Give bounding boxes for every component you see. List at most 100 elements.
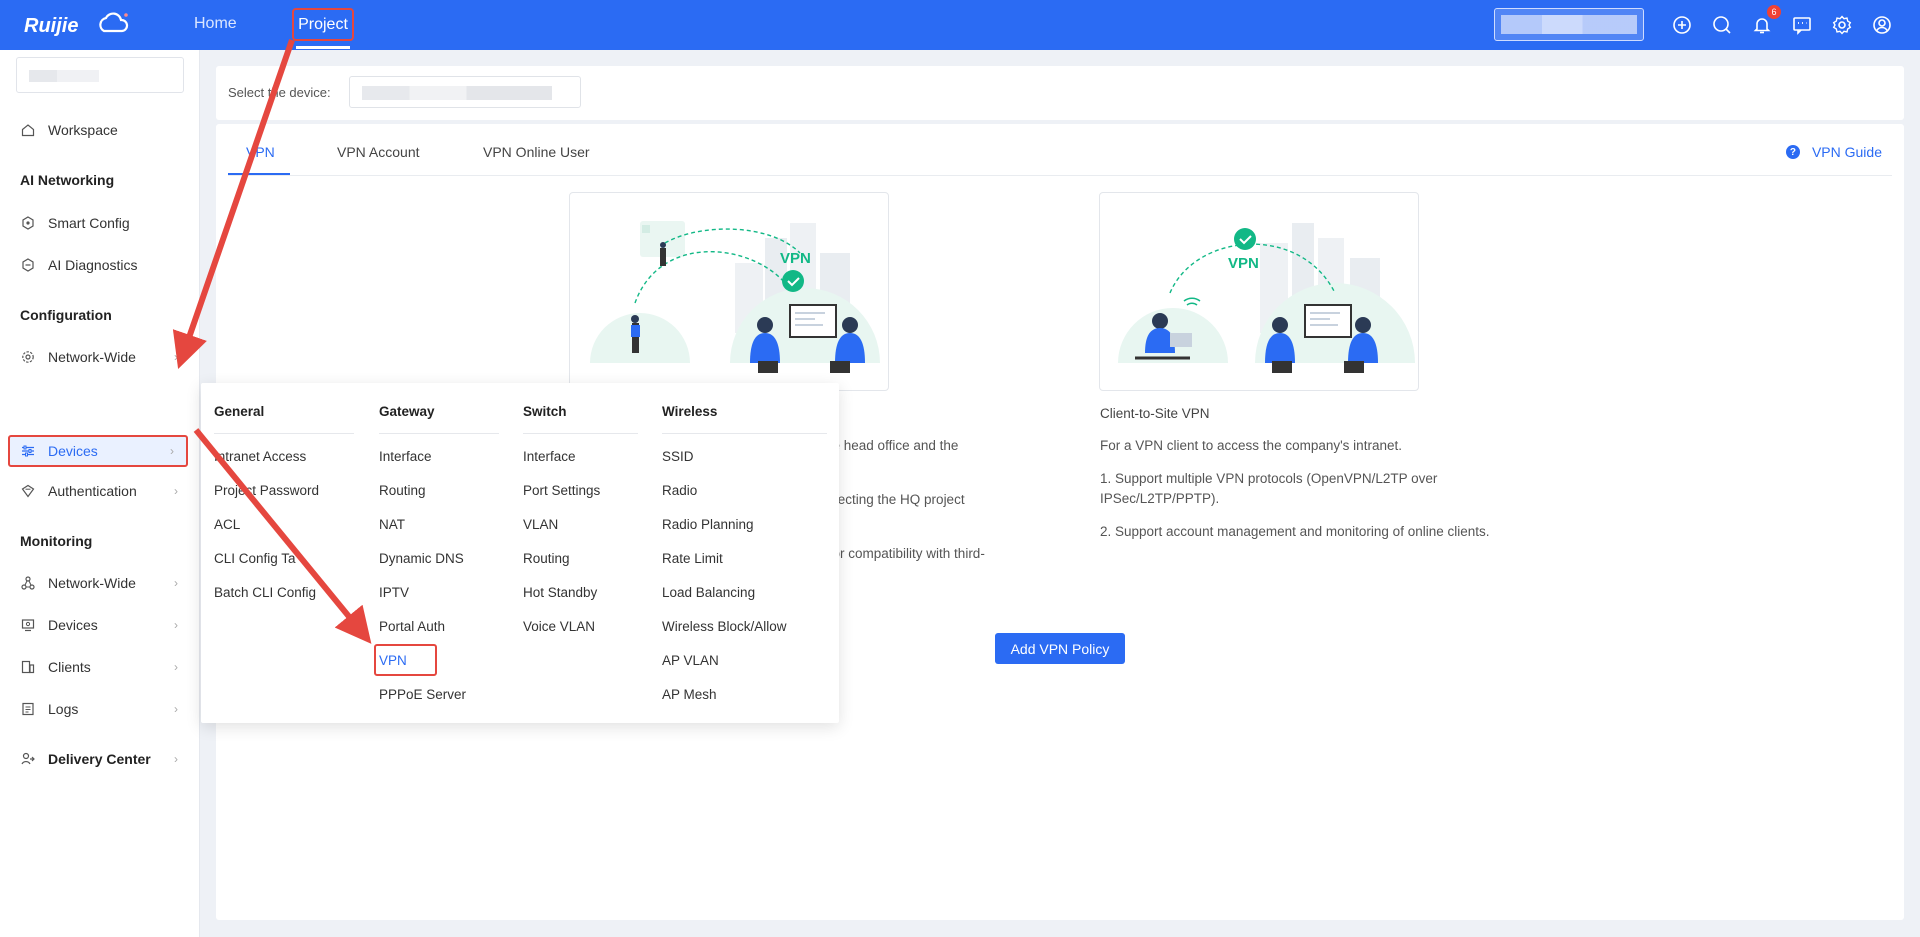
- sliders-icon: [20, 443, 36, 459]
- diagnostics-icon: [20, 257, 36, 273]
- nav-active-underline: [296, 46, 350, 49]
- device-selector-bar: Select the device:: [216, 66, 1904, 120]
- sidebar-section-monitoring: Monitoring: [20, 533, 93, 549]
- chevron-right-icon: ›: [174, 484, 178, 498]
- site-to-site-illustration[interactable]: VPN: [569, 192, 889, 391]
- sidebar-item-clients[interactable]: Clients ›: [0, 652, 200, 682]
- client-to-site-desc-2a: 1. Support multiple VPN protocols (OpenV…: [1100, 471, 1438, 486]
- svg-text:Ruijie: Ruijie: [24, 15, 78, 37]
- menu-column-gateway: Gateway: [379, 404, 435, 419]
- menu-item-ssid[interactable]: SSID: [662, 449, 694, 464]
- menu-item-project-password[interactable]: Project Password: [214, 483, 319, 498]
- sidebar-item-delivery-center[interactable]: Delivery Center ›: [0, 744, 200, 774]
- menu-item-iptv[interactable]: IPTV: [379, 585, 409, 600]
- project-selector[interactable]: [1494, 8, 1644, 41]
- add-vpn-policy-button[interactable]: Add VPN Policy: [995, 633, 1125, 664]
- sidebar-item-config-network-wide[interactable]: Network-Wide ›: [0, 342, 200, 372]
- menu-item-port-settings[interactable]: Port Settings: [523, 483, 600, 498]
- sidebar-item-label: Authentication: [48, 483, 137, 499]
- chevron-right-icon: ›: [174, 660, 178, 674]
- monitor-icon: [20, 617, 36, 633]
- menu-item-load-balancing[interactable]: Load Balancing: [662, 585, 755, 600]
- chevron-right-icon: ›: [174, 618, 178, 632]
- sidebar-item-authentication[interactable]: Authentication ›: [0, 476, 200, 506]
- top-bar: Ruijie Home Project 6: [0, 0, 1920, 50]
- vpn-guide-link[interactable]: ? VPN Guide: [1785, 144, 1882, 160]
- device-selector[interactable]: [349, 76, 581, 108]
- sidebar-item-row: Devices ›: [10, 437, 186, 465]
- menu-item-ap-mesh[interactable]: AP Mesh: [662, 687, 717, 702]
- chevron-right-icon: ›: [174, 752, 178, 766]
- menu-item-switch-interface[interactable]: Interface: [523, 449, 576, 464]
- redacted-project-name: [1501, 15, 1637, 34]
- menu-item-wireless-block-allow[interactable]: Wireless Block/Allow: [662, 619, 787, 634]
- menu-item-gateway-routing[interactable]: Routing: [379, 483, 426, 498]
- menu-item-intranet-access[interactable]: Intranet Access: [214, 449, 306, 464]
- menu-column-divider: [379, 433, 499, 434]
- user-icon[interactable]: [1870, 13, 1894, 37]
- plus-circle-icon[interactable]: [1670, 13, 1694, 37]
- client-to-site-title: Client-to-Site VPN: [1100, 406, 1210, 421]
- chat-icon[interactable]: [1790, 13, 1814, 37]
- device-selector-label: Select the device:: [228, 85, 331, 100]
- vpn-label-art: VPN: [1228, 255, 1259, 272]
- sidebar-item-label: Smart Config: [48, 215, 130, 231]
- vpn-guide-label: VPN Guide: [1811, 144, 1882, 160]
- search-icon[interactable]: [1710, 13, 1734, 37]
- document-icon: [20, 701, 36, 717]
- ruijie-logo[interactable]: Ruijie: [22, 9, 134, 41]
- menu-item-nat[interactable]: NAT: [379, 517, 405, 532]
- menu-item-gateway-interface[interactable]: Interface: [379, 449, 432, 464]
- tab-vpn[interactable]: VPN: [246, 144, 275, 160]
- menu-item-switch-routing[interactable]: Routing: [523, 551, 570, 566]
- menu-item-radio-planning[interactable]: Radio Planning: [662, 517, 754, 532]
- tab-vpn-online-user[interactable]: VPN Online User: [483, 144, 590, 160]
- sidebar-section-configuration: Configuration: [20, 307, 112, 323]
- sidebar-item-label: Network-Wide: [48, 575, 136, 591]
- devices-config-menu: General Intranet Access Project Password…: [201, 383, 839, 723]
- sidebar-item-logs[interactable]: Logs ›: [0, 694, 200, 724]
- menu-item-acl[interactable]: ACL: [214, 517, 240, 532]
- sidebar-item-ai-diagnostics[interactable]: AI Diagnostics: [0, 250, 200, 280]
- client-to-site-illustration[interactable]: VPN: [1099, 192, 1419, 391]
- redacted-site-name: [29, 70, 99, 82]
- menu-item-radio[interactable]: Radio: [662, 483, 697, 498]
- vpn-tabs: VPN VPN Account VPN Online User ? VPN Gu…: [228, 124, 1892, 176]
- menu-item-ap-vlan[interactable]: AP VLAN: [662, 653, 719, 668]
- menu-item-cli-config-template[interactable]: CLI Config Ta: [214, 551, 296, 566]
- clients-icon: [20, 659, 36, 675]
- sidebar-item-monitor-network-wide[interactable]: Network-Wide ›: [0, 568, 200, 598]
- menu-item-portal-auth[interactable]: Portal Auth: [379, 619, 445, 634]
- nav-project[interactable]: Project: [292, 8, 354, 41]
- settings-icon: [20, 349, 36, 365]
- sidebar-item-config-devices[interactable]: Devices ›: [8, 435, 188, 467]
- menu-item-pppoe-server[interactable]: PPPoE Server: [379, 687, 466, 702]
- tab-vpn-account[interactable]: VPN Account: [337, 144, 420, 160]
- site-selector[interactable]: [16, 57, 184, 93]
- nav-home[interactable]: Home: [194, 15, 237, 33]
- sidebar-item-label: Devices: [48, 617, 98, 633]
- menu-column-divider: [214, 433, 354, 434]
- sidebar-item-label: AI Diagnostics: [48, 257, 138, 273]
- menu-item-hot-standby[interactable]: Hot Standby: [523, 585, 597, 600]
- menu-item-batch-cli-config[interactable]: Batch CLI Config: [214, 585, 316, 600]
- home-icon: [20, 122, 36, 138]
- menu-column-divider: [662, 433, 827, 434]
- vpn-highlight-box: [374, 644, 437, 676]
- sidebar-item-workspace[interactable]: Workspace: [0, 115, 200, 145]
- sidebar-item-smart-config[interactable]: Smart Config: [0, 208, 200, 238]
- sidebar-item-label: Devices: [48, 443, 98, 459]
- tab-active-indicator: [228, 173, 290, 175]
- client-to-site-desc-1: For a VPN client to access the company's…: [1100, 438, 1402, 453]
- menu-column-general: General: [214, 404, 265, 419]
- menu-item-voice-vlan[interactable]: Voice VLAN: [523, 619, 595, 634]
- sidebar-item-label: Delivery Center: [48, 751, 151, 767]
- menu-item-vlan[interactable]: VLAN: [523, 517, 558, 532]
- redacted-device-name: [362, 86, 552, 100]
- menu-item-rate-limit[interactable]: Rate Limit: [662, 551, 723, 566]
- sidebar: Workspace AI Networking Smart Config AI …: [0, 50, 200, 937]
- gear-icon[interactable]: [1830, 13, 1854, 37]
- sidebar-item-monitor-devices[interactable]: Devices ›: [0, 610, 200, 640]
- help-icon: ?: [1785, 145, 1800, 159]
- menu-item-dynamic-dns[interactable]: Dynamic DNS: [379, 551, 464, 566]
